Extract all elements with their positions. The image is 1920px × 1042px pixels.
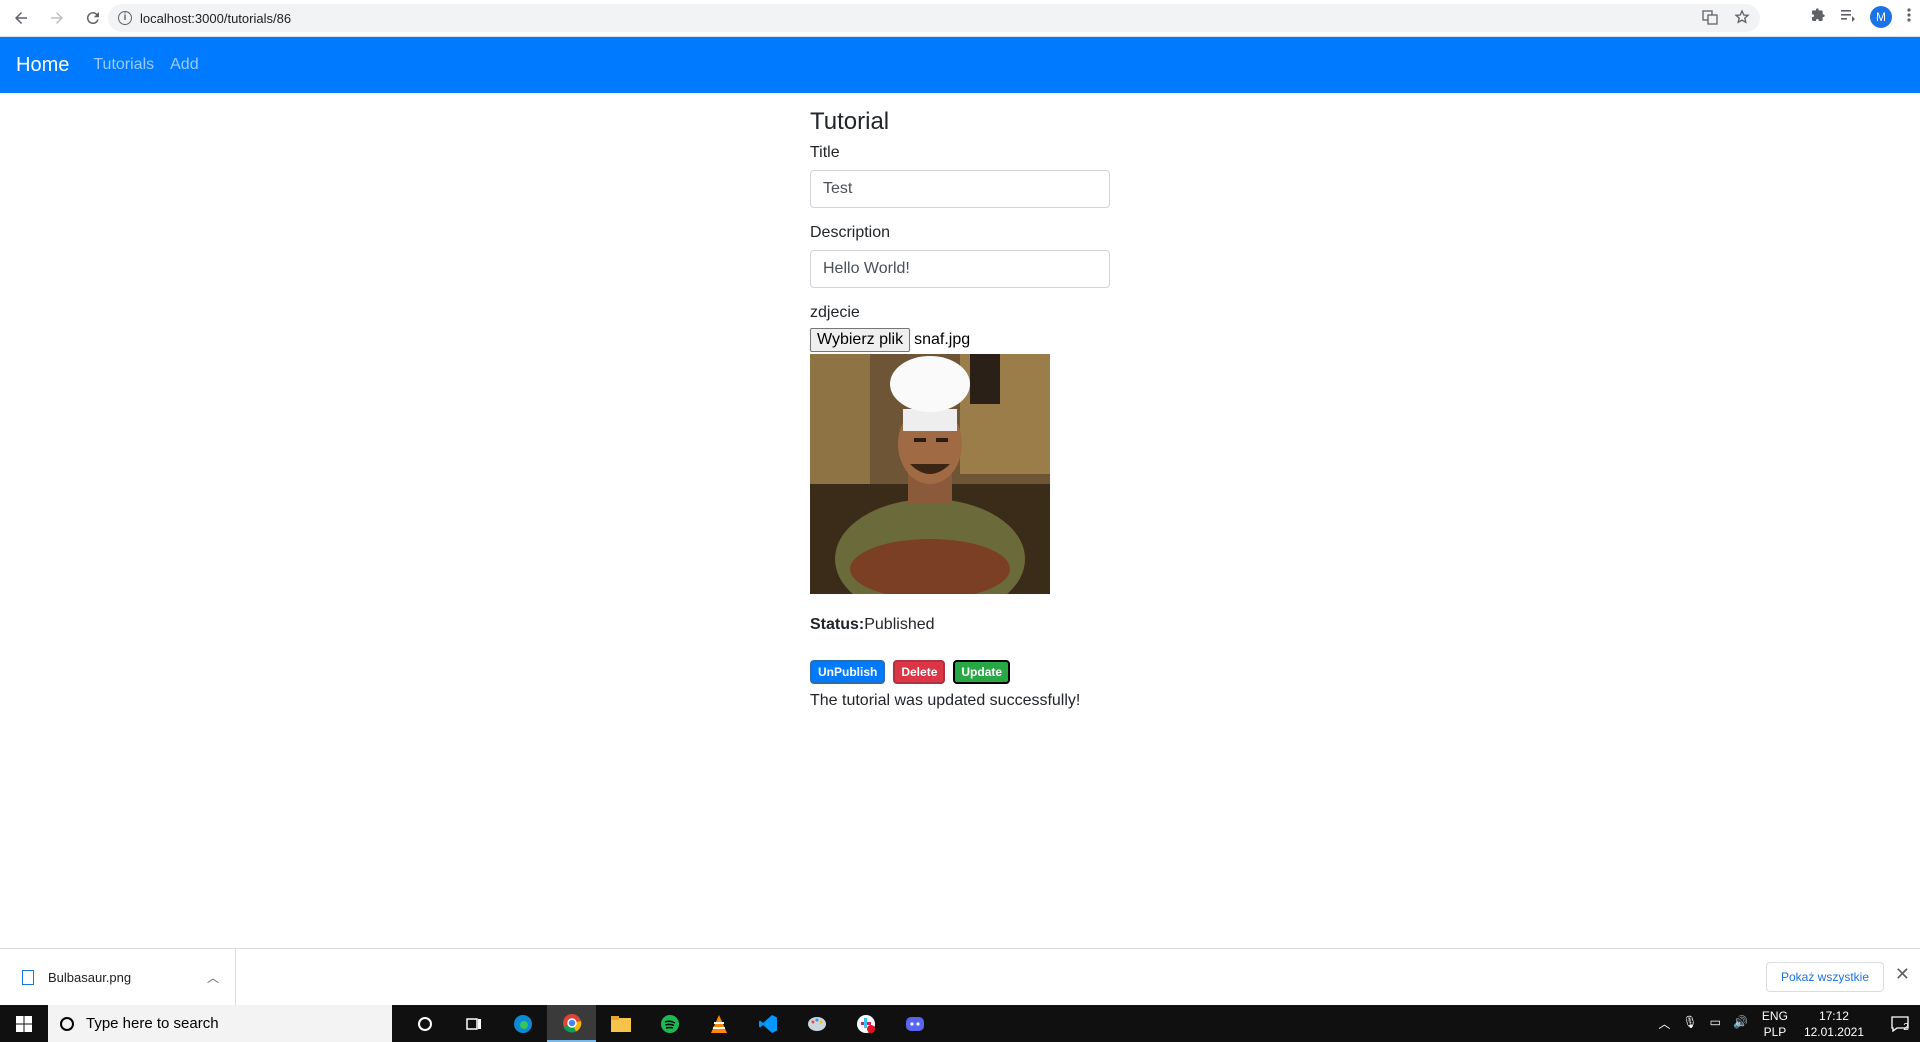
reload-icon <box>86 12 99 25</box>
volume-icon[interactable]: 🔊 <box>1733 1015 1748 1032</box>
browser-toolbar: i localhost:3000/tutorials/86 M <box>0 0 1920 37</box>
address-bar[interactable]: i localhost:3000/tutorials/86 <box>108 4 1760 32</box>
chrome-icon[interactable] <box>547 1005 596 1042</box>
nav-home-link[interactable]: Home <box>16 54 69 77</box>
action-buttons: UnPublish Delete Update <box>810 660 1110 684</box>
reading-list-icon[interactable] <box>1840 7 1856 28</box>
network-icon[interactable]: ▭ <box>1710 1015 1721 1032</box>
paint-icon[interactable] <box>792 1005 841 1042</box>
unpublish-button[interactable]: UnPublish <box>810 660 886 684</box>
cortana-icon[interactable] <box>400 1005 449 1042</box>
update-button[interactable]: Update <box>953 660 1011 684</box>
site-info-icon[interactable]: i <box>118 11 132 25</box>
menu-kebab-icon[interactable] <box>1906 7 1912 28</box>
download-file-name: Bulbasaur.png <box>48 969 132 985</box>
description-group: Description <box>810 224 1110 288</box>
spotify-icon[interactable] <box>645 1005 694 1042</box>
file-explorer-icon[interactable] <box>596 1005 645 1042</box>
language-code: ENG <box>1761 1008 1788 1023</box>
file-picker: Wybierz plik snaf.jpg <box>810 328 1110 352</box>
image-label: zdjecie <box>810 304 860 321</box>
windows-taskbar: Type here to search ︿ 🎙 ▭ 🔊 ENG PLP 17:1… <box>0 1005 1920 1042</box>
search-icon <box>60 1016 74 1031</box>
taskbar-search[interactable]: Type here to search <box>48 1005 392 1042</box>
image-group: zdjecie Wybierz plik snaf.jpg <box>810 304 1110 594</box>
title-group: Title <box>810 144 1110 208</box>
edge-icon[interactable] <box>498 1005 547 1042</box>
clock-time: 17:12 <box>1818 1008 1849 1023</box>
title-label: Title <box>810 144 840 161</box>
star-icon[interactable] <box>1734 9 1750 25</box>
clock-date: 12.01.2021 <box>1803 1024 1864 1039</box>
back-button[interactable] <box>6 3 36 33</box>
chevron-up-icon[interactable]: ︿ <box>1658 1015 1670 1032</box>
arrow-right-icon <box>51 12 63 24</box>
microphone-icon[interactable]: 🎙 <box>1682 1015 1697 1032</box>
description-label: Description <box>810 224 891 241</box>
description-input[interactable] <box>810 250 1110 288</box>
image-file-icon <box>22 969 34 985</box>
nav-tutorials-link[interactable]: Tutorials <box>93 56 154 74</box>
tutorial-edit-form: Tutorial Title Description zdjecie Wybie… <box>810 108 1110 710</box>
vlc-icon[interactable] <box>694 1005 743 1042</box>
profile-avatar[interactable]: M <box>1870 6 1892 28</box>
start-button[interactable] <box>0 1005 48 1042</box>
system-tray: ︿ 🎙 ▭ 🔊 ENG PLP 17:12 12.01.2021 2 <box>1658 1005 1920 1042</box>
close-icon[interactable]: ✕ <box>1895 964 1910 985</box>
file-name: snaf.jpg <box>914 331 971 348</box>
language-indicator[interactable]: ENG PLP <box>1762 1008 1788 1040</box>
translate-icon[interactable] <box>1702 9 1718 25</box>
extensions-icon[interactable] <box>1810 7 1826 28</box>
taskbar-apps <box>400 1005 939 1042</box>
clock[interactable]: 17:12 12.01.2021 <box>1804 1008 1864 1040</box>
page-title: Tutorial <box>810 108 890 135</box>
choose-file-button[interactable]: Wybierz plik <box>810 328 911 352</box>
discord-icon[interactable] <box>890 1005 939 1042</box>
download-item[interactable]: Bulbasaur.png ︿ <box>0 948 236 1006</box>
success-message: The tutorial was updated successfully! <box>810 692 1081 709</box>
show-all-downloads-button[interactable]: Pokaż wszystkie <box>1765 962 1884 992</box>
reload-button[interactable] <box>78 3 108 33</box>
forward-button[interactable] <box>42 3 72 33</box>
keyboard-layout: PLP <box>1763 1024 1787 1039</box>
title-input[interactable] <box>810 170 1110 208</box>
url-text: localhost:3000/tutorials/86 <box>140 10 292 26</box>
vscode-icon[interactable] <box>743 1005 792 1042</box>
status-value: Published <box>864 616 935 633</box>
chevron-up-icon[interactable]: ︿ <box>207 969 219 986</box>
download-shelf: Bulbasaur.png ︿ Pokaż wszystkie ✕ <box>0 948 1920 1006</box>
arrow-left-icon <box>15 12 27 24</box>
app-navbar: Home Tutorials Add <box>0 37 1920 93</box>
delete-button[interactable]: Delete <box>893 660 946 684</box>
notification-count: 2 <box>1903 1022 1909 1033</box>
task-view-icon[interactable] <box>449 1005 498 1042</box>
chef-portrait-image <box>810 354 1050 594</box>
status-label: Status: <box>810 616 865 633</box>
status-line: Status:Published <box>810 616 1110 634</box>
slack-icon[interactable] <box>841 1005 890 1042</box>
nav-add-link[interactable]: Add <box>170 56 198 74</box>
notification-center-button[interactable]: 2 <box>1880 1005 1920 1042</box>
search-placeholder: Type here to search <box>86 1015 219 1032</box>
windows-logo-icon <box>16 1015 32 1032</box>
tutorial-image <box>810 354 1050 594</box>
